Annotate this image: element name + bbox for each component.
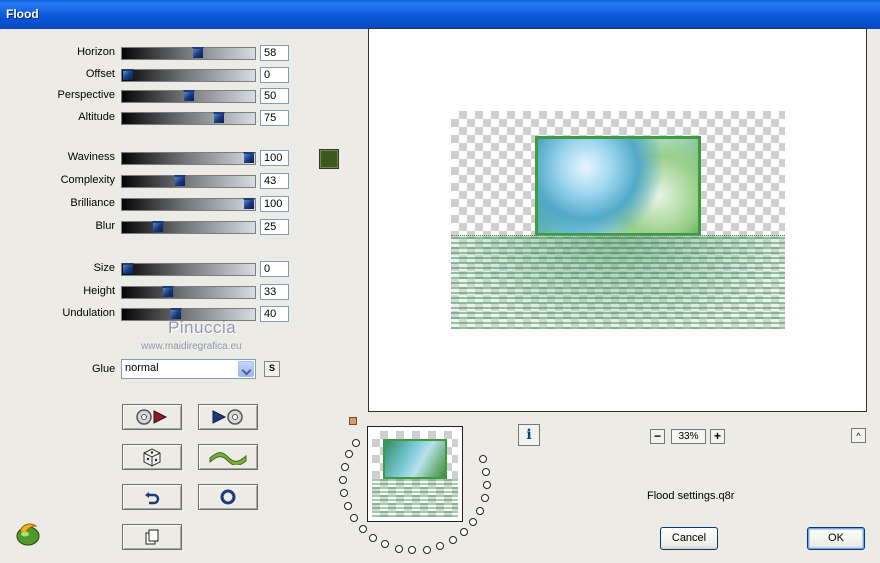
- preset-dot[interactable]: [349, 514, 358, 523]
- size-label: Size: [93, 262, 115, 274]
- horizon-line: [451, 235, 785, 236]
- brilliance-slider[interactable]: [121, 198, 256, 211]
- window-title: Flood: [6, 7, 39, 21]
- preset-dot[interactable]: [394, 544, 403, 553]
- perspective-slider[interactable]: [121, 90, 256, 103]
- preset-dot[interactable]: [339, 476, 348, 485]
- blur-slider[interactable]: [121, 221, 256, 234]
- preset-dot[interactable]: [352, 438, 361, 447]
- preset-dot[interactable]: [358, 524, 367, 533]
- copy-icon: [145, 529, 159, 545]
- preset-dot[interactable]: [340, 489, 348, 498]
- preset-dot[interactable]: [381, 540, 390, 549]
- thumbnail-image: [372, 431, 458, 517]
- title-bar: Flood: [0, 0, 880, 29]
- complexity-slider[interactable]: [121, 175, 256, 188]
- waviness-label: Waviness: [67, 151, 115, 163]
- preview-canvas[interactable]: [368, 28, 867, 412]
- preset-dot[interactable]: [480, 494, 489, 503]
- original-marker[interactable]: [349, 417, 357, 425]
- preset-dot[interactable]: [478, 454, 487, 463]
- size-slider[interactable]: [121, 263, 256, 276]
- complexity-value-field[interactable]: 43: [260, 173, 289, 189]
- zoom-level: 33%: [671, 429, 706, 444]
- navigator-thumbnail[interactable]: [367, 426, 463, 522]
- offset-slider[interactable]: [121, 69, 256, 82]
- blur-label: Blur: [95, 220, 115, 232]
- zoom-out-button[interactable]: −: [650, 429, 665, 444]
- preset-dot[interactable]: [469, 518, 478, 527]
- altitude-slider[interactable]: [121, 112, 256, 125]
- horizon-slider[interactable]: [121, 47, 256, 60]
- reset-circle-icon: [220, 489, 236, 505]
- brilliance-label: Brilliance: [70, 197, 115, 209]
- preset-dot[interactable]: [448, 536, 457, 545]
- glue-s-button[interactable]: S: [264, 361, 280, 377]
- preset-dot[interactable]: [345, 450, 354, 459]
- undo-button[interactable]: [122, 484, 182, 510]
- randomize-button[interactable]: [122, 444, 182, 470]
- wave-icon: [209, 452, 247, 465]
- thumbnail-reflection: [372, 479, 458, 517]
- preset-dot[interactable]: [340, 462, 349, 471]
- settings-filename: Flood settings.q8r: [647, 490, 735, 502]
- offset-value-field[interactable]: 0: [260, 67, 289, 83]
- altitude-label: Altitude: [78, 111, 115, 123]
- info-button[interactable]: i: [518, 424, 540, 446]
- preset-dot[interactable]: [476, 506, 485, 515]
- waviness-slider[interactable]: [121, 152, 256, 165]
- copy-button[interactable]: [122, 524, 182, 550]
- zoom-in-button[interactable]: +: [710, 429, 725, 444]
- blur-value-field[interactable]: 25: [260, 219, 289, 235]
- watermark-url: www.maidiregrafica.eu: [141, 341, 242, 352]
- chevron-down-icon[interactable]: [238, 361, 254, 377]
- preset-dot[interactable]: [408, 546, 417, 555]
- horizon-value-field[interactable]: 58: [260, 45, 289, 61]
- load-settings-icon: [136, 409, 168, 425]
- altitude-value-field[interactable]: 75: [260, 110, 289, 126]
- app-logo-icon: [16, 523, 40, 546]
- glue-dropdown-value: normal: [125, 362, 159, 374]
- preview-image: [451, 111, 785, 329]
- glue-label: Glue: [92, 363, 116, 375]
- preset-dot[interactable]: [482, 480, 491, 489]
- height-label: Height: [83, 285, 115, 297]
- brilliance-value-field[interactable]: 100: [260, 196, 289, 212]
- color-swatch[interactable]: [319, 149, 339, 169]
- undo-arrow-icon: [145, 492, 160, 505]
- perspective-label: Perspective: [57, 89, 115, 101]
- preset-dot[interactable]: [343, 502, 352, 511]
- height-slider[interactable]: [121, 286, 256, 299]
- size-value-field[interactable]: 0: [260, 261, 289, 277]
- preset-dot[interactable]: [436, 542, 445, 551]
- preset-dot[interactable]: [422, 545, 431, 554]
- preview-flood-reflection: [451, 235, 785, 329]
- ok-button[interactable]: OK: [807, 527, 865, 550]
- waviness-value-field[interactable]: 100: [260, 150, 289, 166]
- glue-dropdown[interactable]: normal: [121, 359, 256, 379]
- undulation-value-field[interactable]: 40: [260, 306, 289, 322]
- perspective-value-field[interactable]: 50: [260, 88, 289, 104]
- reset-button[interactable]: [198, 484, 258, 510]
- preview-source-photo: [535, 136, 701, 236]
- dice-random-icon: [143, 448, 161, 467]
- complexity-label: Complexity: [60, 174, 115, 186]
- save-settings-button[interactable]: [198, 404, 258, 430]
- undulation-label: Undulation: [62, 307, 115, 319]
- collapse-button[interactable]: ^: [851, 428, 866, 443]
- wave-button[interactable]: [198, 444, 258, 470]
- watermark-name: Pinuccia: [168, 318, 237, 337]
- preset-dot[interactable]: [369, 533, 378, 542]
- preset-dot[interactable]: [482, 467, 491, 476]
- load-settings-button[interactable]: [122, 404, 182, 430]
- save-settings-icon: [212, 409, 243, 425]
- thumbnail-photo: [383, 439, 447, 479]
- height-value-field[interactable]: 33: [260, 284, 289, 300]
- preset-dot[interactable]: [459, 528, 468, 537]
- horizon-label: Horizon: [77, 46, 115, 58]
- offset-label: Offset: [85, 68, 115, 80]
- cancel-button[interactable]: Cancel: [660, 527, 718, 550]
